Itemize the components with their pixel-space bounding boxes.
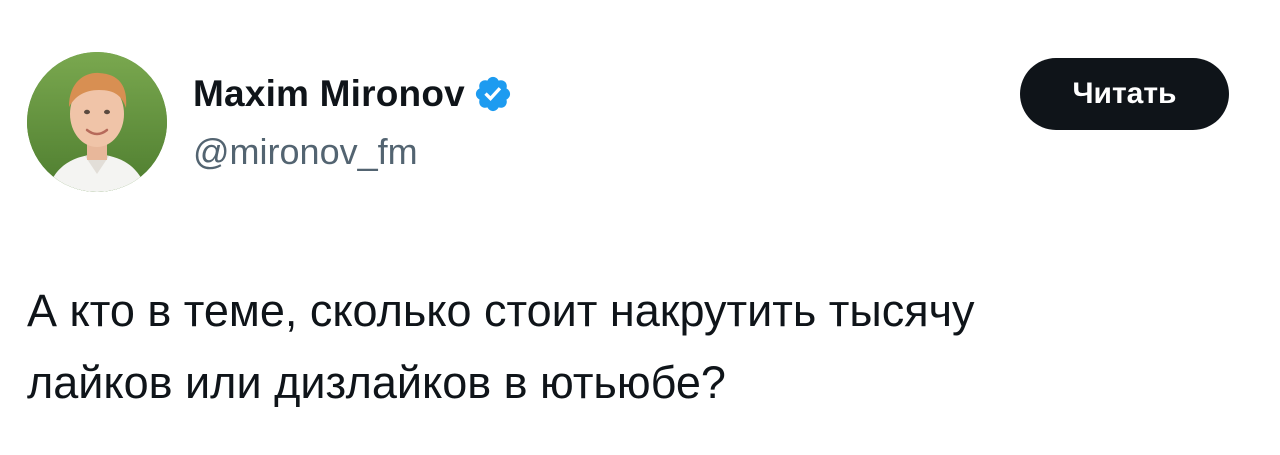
- follow-button[interactable]: Читать: [1020, 58, 1229, 130]
- author-avatar[interactable]: [27, 52, 167, 192]
- display-name[interactable]: Maxim Mironov: [193, 70, 465, 118]
- tweet-text-line: А кто в теме, сколько стоит накрутить ты…: [27, 285, 975, 336]
- tweet-text: А кто в теме, сколько стоит накрутить ты…: [27, 275, 1247, 419]
- author-names: Maxim Mironov @mironov_fm: [193, 70, 513, 174]
- verified-badge-icon: [475, 76, 511, 112]
- tweet-card: Maxim Mironov @mironov_fm Читать А кто в…: [0, 0, 1280, 455]
- display-name-row: Maxim Mironov: [193, 70, 513, 118]
- author-handle[interactable]: @mironov_fm: [193, 130, 513, 174]
- avatar-photo: [27, 52, 167, 192]
- tweet-text-line: лайков или дизлайков в ютьюбе?: [27, 357, 726, 408]
